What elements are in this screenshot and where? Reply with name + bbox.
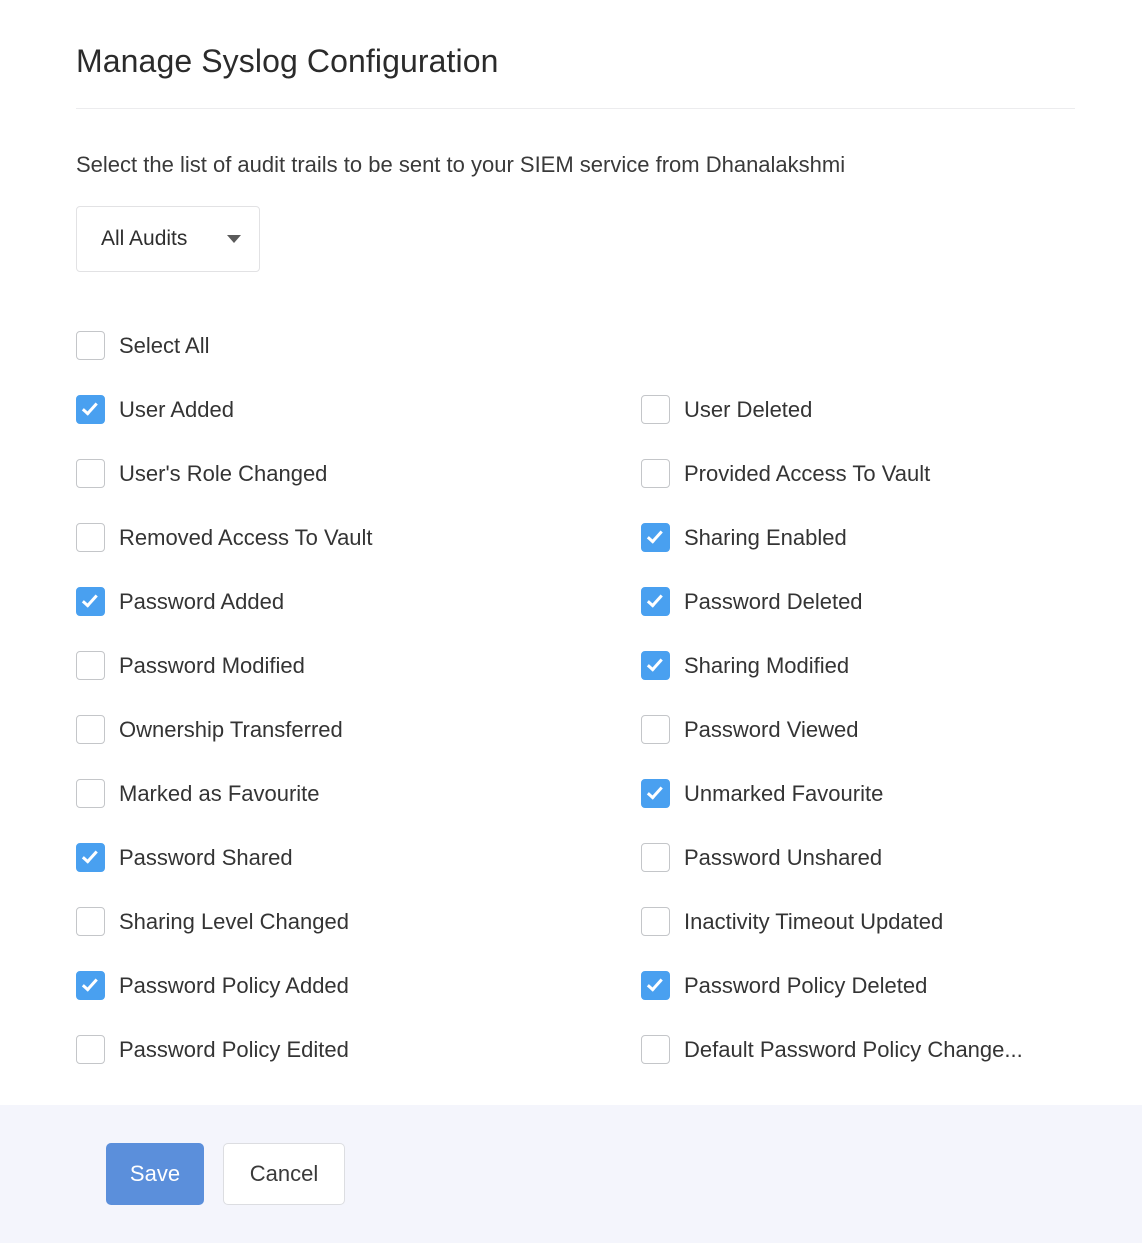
checkbox-row-user-deleted[interactable]: User Deleted xyxy=(641,378,1075,442)
page-title: Manage Syslog Configuration xyxy=(76,44,1075,79)
select-all-label: Select All xyxy=(119,335,210,357)
checkbox-label-users-role-changed: User's Role Changed xyxy=(119,463,327,485)
checkbox-password-added[interactable] xyxy=(76,587,105,616)
checkbox-label-password-viewed: Password Viewed xyxy=(684,719,858,741)
checkbox-sharing-modified[interactable] xyxy=(641,651,670,680)
checkbox-row-password-policy-added[interactable]: Password Policy Added xyxy=(76,954,641,1018)
dialog-header: Manage Syslog Configuration xyxy=(0,0,1142,109)
dialog-body: Select the list of audit trails to be se… xyxy=(0,109,1142,1105)
checkbox-inactivity-timeout-updated[interactable] xyxy=(641,907,670,936)
checkbox-label-inactivity-timeout-updated: Inactivity Timeout Updated xyxy=(684,911,943,933)
checkbox-label-password-policy-edited: Password Policy Edited xyxy=(119,1039,349,1061)
checkbox-label-password-policy-added: Password Policy Added xyxy=(119,975,349,997)
checkbox-label-password-modified: Password Modified xyxy=(119,655,305,677)
checkbox-label-sharing-level-changed: Sharing Level Changed xyxy=(119,911,349,933)
checkbox-row-user-added[interactable]: User Added xyxy=(76,378,641,442)
description-text: Select the list of audit trails to be se… xyxy=(76,151,1075,180)
checkbox-label-unmarked-favourite: Unmarked Favourite xyxy=(684,783,883,805)
audit-trail-checkbox-grid: User Added User Deleted User's Role Change… xyxy=(76,378,1075,1082)
checkbox-label-sharing-modified: Sharing Modified xyxy=(684,655,849,677)
checkbox-password-viewed[interactable] xyxy=(641,715,670,744)
checkbox-sharing-enabled[interactable] xyxy=(641,523,670,552)
checkbox-label-password-deleted: Password Deleted xyxy=(684,591,863,613)
dialog-footer: Save Cancel xyxy=(0,1105,1142,1243)
checkbox-row-sharing-enabled[interactable]: Sharing Enabled xyxy=(641,506,1075,570)
checkbox-label-password-policy-deleted: Password Policy Deleted xyxy=(684,975,927,997)
checkbox-user-deleted[interactable] xyxy=(641,395,670,424)
checkbox-removed-access-to-vault[interactable] xyxy=(76,523,105,552)
checkbox-default-password-policy-change[interactable] xyxy=(641,1035,670,1064)
checkbox-unmarked-favourite[interactable] xyxy=(641,779,670,808)
checkbox-row-sharing-modified[interactable]: Sharing Modified xyxy=(641,634,1075,698)
checkbox-row-password-unshared[interactable]: Password Unshared xyxy=(641,826,1075,890)
manage-syslog-configuration-dialog: Manage Syslog Configuration Select the l… xyxy=(0,0,1142,1243)
checkbox-row-password-viewed[interactable]: Password Viewed xyxy=(641,698,1075,762)
audit-filter-selected-value: All Audits xyxy=(101,227,221,251)
checkbox-password-policy-edited[interactable] xyxy=(76,1035,105,1064)
checkbox-label-sharing-enabled: Sharing Enabled xyxy=(684,527,847,549)
checkbox-row-provided-access-to-vault[interactable]: Provided Access To Vault xyxy=(641,442,1075,506)
checkbox-marked-as-favourite[interactable] xyxy=(76,779,105,808)
checkbox-label-default-password-policy-change: Default Password Policy Change... xyxy=(684,1039,1023,1061)
select-all-checkbox[interactable] xyxy=(76,331,105,360)
checkbox-row-password-added[interactable]: Password Added xyxy=(76,570,641,634)
checkbox-user-added[interactable] xyxy=(76,395,105,424)
checkbox-label-removed-access-to-vault: Removed Access To Vault xyxy=(119,527,373,549)
checkbox-row-ownership-transferred[interactable]: Ownership Transferred xyxy=(76,698,641,762)
chevron-down-icon xyxy=(227,235,241,243)
checkbox-label-user-added: User Added xyxy=(119,399,234,421)
checkbox-password-unshared[interactable] xyxy=(641,843,670,872)
checkbox-row-marked-as-favourite[interactable]: Marked as Favourite xyxy=(76,762,641,826)
checkbox-password-shared[interactable] xyxy=(76,843,105,872)
checkbox-row-password-policy-edited[interactable]: Password Policy Edited xyxy=(76,1018,641,1082)
checkbox-label-ownership-transferred: Ownership Transferred xyxy=(119,719,343,741)
checkbox-row-select-all[interactable]: Select All xyxy=(76,314,1075,378)
checkbox-label-user-deleted: User Deleted xyxy=(684,399,812,421)
checkbox-password-policy-added[interactable] xyxy=(76,971,105,1000)
audit-filter-dropdown[interactable]: All Audits xyxy=(76,206,260,272)
checkbox-sharing-level-changed[interactable] xyxy=(76,907,105,936)
checkbox-row-password-deleted[interactable]: Password Deleted xyxy=(641,570,1075,634)
checkbox-password-policy-deleted[interactable] xyxy=(641,971,670,1000)
checkbox-row-sharing-level-changed[interactable]: Sharing Level Changed xyxy=(76,890,641,954)
cancel-button[interactable]: Cancel xyxy=(223,1143,345,1205)
checkbox-row-password-shared[interactable]: Password Shared xyxy=(76,826,641,890)
checkbox-row-removed-access-to-vault[interactable]: Removed Access To Vault xyxy=(76,506,641,570)
checkbox-row-password-policy-deleted[interactable]: Password Policy Deleted xyxy=(641,954,1075,1018)
checkbox-password-deleted[interactable] xyxy=(641,587,670,616)
checkbox-label-marked-as-favourite: Marked as Favourite xyxy=(119,783,320,805)
checkbox-label-password-unshared: Password Unshared xyxy=(684,847,882,869)
checkbox-label-provided-access-to-vault: Provided Access To Vault xyxy=(684,463,930,485)
checkbox-ownership-transferred[interactable] xyxy=(76,715,105,744)
checkbox-label-password-added: Password Added xyxy=(119,591,284,613)
checkbox-row-unmarked-favourite[interactable]: Unmarked Favourite xyxy=(641,762,1075,826)
checkbox-provided-access-to-vault[interactable] xyxy=(641,459,670,488)
checkbox-row-users-role-changed[interactable]: User's Role Changed xyxy=(76,442,641,506)
checkbox-row-password-modified[interactable]: Password Modified xyxy=(76,634,641,698)
checkbox-row-inactivity-timeout-updated[interactable]: Inactivity Timeout Updated xyxy=(641,890,1075,954)
checkbox-label-password-shared: Password Shared xyxy=(119,847,293,869)
save-button[interactable]: Save xyxy=(106,1143,204,1205)
checkbox-password-modified[interactable] xyxy=(76,651,105,680)
checkbox-row-default-password-policy-change[interactable]: Default Password Policy Change... xyxy=(641,1018,1075,1082)
checkbox-users-role-changed[interactable] xyxy=(76,459,105,488)
